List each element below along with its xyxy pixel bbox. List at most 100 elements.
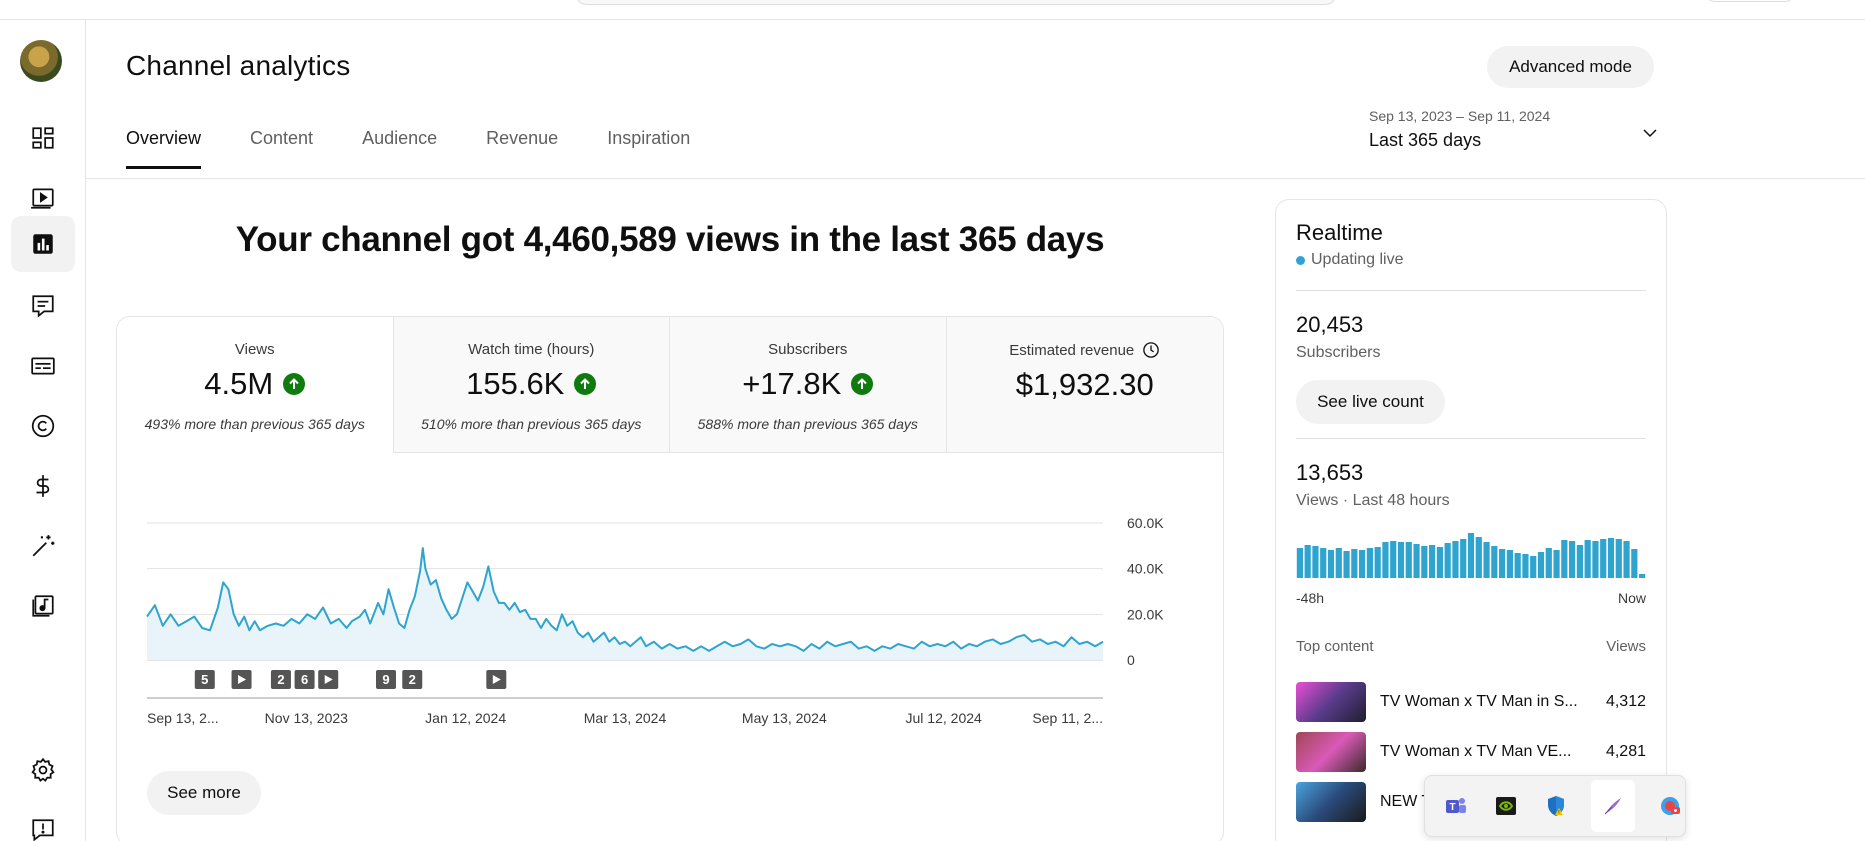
realtime-bar[interactable] (1506, 550, 1513, 578)
realtime-bar[interactable] (1351, 549, 1358, 578)
realtime-bar[interactable] (1607, 538, 1615, 578)
dashboard-icon[interactable] (11, 110, 75, 166)
realtime-bar[interactable] (1623, 541, 1630, 578)
realtime-bar[interactable] (1327, 550, 1335, 578)
realtime-bar[interactable] (1436, 547, 1443, 578)
tab-content[interactable]: Content (250, 128, 313, 169)
realtime-bar[interactable] (1569, 541, 1576, 578)
tab-overview[interactable]: Overview (126, 128, 202, 169)
realtime-bar[interactable] (1576, 545, 1583, 578)
realtime-bar[interactable] (1561, 540, 1568, 578)
see-more-button[interactable]: See more (147, 771, 261, 815)
advanced-mode-button[interactable]: Advanced mode (1487, 46, 1654, 88)
realtime-bar[interactable] (1312, 546, 1319, 578)
realtime-axis-start: -48h (1296, 590, 1325, 606)
realtime-bar[interactable] (1320, 548, 1327, 578)
video-thumbnail (1296, 732, 1366, 772)
video-marker-count[interactable]: 2 (270, 670, 291, 689)
defender-icon[interactable]: ! (1541, 791, 1571, 821)
realtime-bar[interactable] (1615, 539, 1622, 578)
channel-avatar[interactable] (20, 40, 62, 82)
feedback-icon[interactable] (11, 802, 75, 841)
realtime-bar[interactable] (1359, 550, 1366, 578)
nvidia-icon[interactable] (1491, 791, 1521, 821)
metric-watch-time[interactable]: Watch time (hours) 155.6K 510% more than… (393, 317, 670, 453)
realtime-bar[interactable] (1537, 552, 1545, 578)
realtime-bar[interactable] (1639, 574, 1646, 578)
realtime-bar[interactable] (1382, 542, 1389, 578)
realtime-bar[interactable] (1467, 533, 1475, 578)
tab-revenue[interactable]: Revenue (486, 128, 558, 169)
video-marker-play-icon[interactable] (318, 670, 339, 689)
metric-views[interactable]: Views 4.5M 493% more than previous 365 d… (117, 317, 394, 453)
realtime-bar[interactable] (1522, 554, 1529, 578)
realtime-bar[interactable] (1514, 553, 1521, 578)
x-tick-label: Mar 13, 2024 (584, 710, 667, 726)
realtime-bar[interactable] (1584, 540, 1591, 578)
comments-icon[interactable] (11, 278, 75, 334)
realtime-bar[interactable] (1413, 544, 1420, 578)
realtime-bar[interactable] (1366, 548, 1373, 578)
realtime-bar[interactable] (1631, 549, 1638, 578)
views-chart[interactable]: 60.0K 40.0K 20.0K 0 5 2 6 9 2 Sep 13, 2... Nov 13,… (117, 453, 1224, 753)
realtime-bar[interactable] (1592, 541, 1599, 578)
top-content-item[interactable]: TV Woman x TV Man in S... 4,312 (1296, 682, 1646, 724)
views-area (147, 548, 1103, 660)
realtime-bar[interactable] (1491, 546, 1498, 578)
video-marker-count[interactable]: 2 (402, 670, 423, 689)
tab-inspiration[interactable]: Inspiration (607, 128, 690, 169)
analytics-icon[interactable] (11, 216, 75, 272)
screen-recorder-icon[interactable] (1655, 791, 1685, 821)
realtime-bar[interactable] (1335, 548, 1342, 578)
realtime-bar[interactable] (1296, 548, 1303, 578)
metric-revenue[interactable]: Estimated revenue $1,932.30 (946, 317, 1223, 453)
teams-icon[interactable]: T (1441, 791, 1471, 821)
realtime-views-bars[interactable] (1296, 530, 1646, 578)
settings-icon[interactable] (11, 742, 75, 798)
realtime-bar[interactable] (1444, 543, 1451, 578)
video-marker-play-icon[interactable] (486, 670, 507, 689)
realtime-bar[interactable] (1475, 537, 1482, 578)
realtime-bar[interactable] (1530, 556, 1537, 578)
realtime-bar[interactable] (1499, 549, 1506, 578)
realtime-bar[interactable] (1397, 542, 1405, 578)
copyright-icon[interactable] (11, 398, 75, 454)
metric-compare: 493% more than previous 365 days (144, 416, 365, 432)
realtime-bar[interactable] (1429, 545, 1436, 578)
customization-icon[interactable] (11, 518, 75, 574)
date-range-selector[interactable]: Sep 13, 2023 – Sep 11, 2024 Last 365 day… (1369, 108, 1659, 158)
realtime-bar[interactable] (1390, 541, 1397, 578)
realtime-bar[interactable] (1374, 547, 1381, 578)
video-marker-count[interactable]: 5 (194, 670, 215, 689)
realtime-bar[interactable] (1421, 546, 1428, 578)
realtime-bar[interactable] (1553, 550, 1560, 578)
realtime-panel: Realtime Updating live 20,453 Subscriber… (1275, 199, 1667, 841)
realtime-bar[interactable] (1343, 551, 1350, 578)
pen-icon[interactable] (1591, 780, 1635, 832)
svg-text:!: ! (1558, 810, 1559, 816)
realtime-bar[interactable] (1600, 539, 1607, 578)
metric-subscribers[interactable]: Subscribers +17.8K 588% more than previo… (670, 317, 947, 453)
clock-icon[interactable] (1142, 341, 1160, 359)
search-bar[interactable] (575, 0, 1337, 5)
realtime-bar[interactable] (1452, 541, 1459, 578)
earn-icon[interactable] (11, 458, 75, 514)
video-title: TV Woman x TV Man VE... (1380, 743, 1572, 760)
realtime-bar[interactable] (1460, 539, 1467, 578)
top-content-item[interactable]: TV Woman x TV Man VE... 4,281 (1296, 732, 1646, 774)
svg-text:T: T (1449, 802, 1455, 813)
video-marker-play-icon[interactable] (231, 670, 252, 689)
realtime-bar[interactable] (1483, 542, 1490, 578)
metric-compare: 588% more than previous 365 days (697, 416, 918, 432)
see-live-count-button[interactable]: See live count (1296, 380, 1445, 424)
realtime-bar[interactable] (1405, 542, 1412, 578)
subtitles-icon[interactable] (11, 338, 75, 394)
realtime-bar[interactable] (1545, 548, 1552, 578)
create-button[interactable] (1705, 0, 1795, 2)
realtime-bar[interactable] (1304, 545, 1311, 578)
x-tick-label: Jan 12, 2024 (425, 710, 506, 726)
video-marker-count[interactable]: 6 (294, 670, 315, 689)
audio-library-icon[interactable] (11, 578, 75, 634)
tab-audience[interactable]: Audience (362, 128, 437, 169)
video-marker-count[interactable]: 9 (376, 670, 396, 689)
